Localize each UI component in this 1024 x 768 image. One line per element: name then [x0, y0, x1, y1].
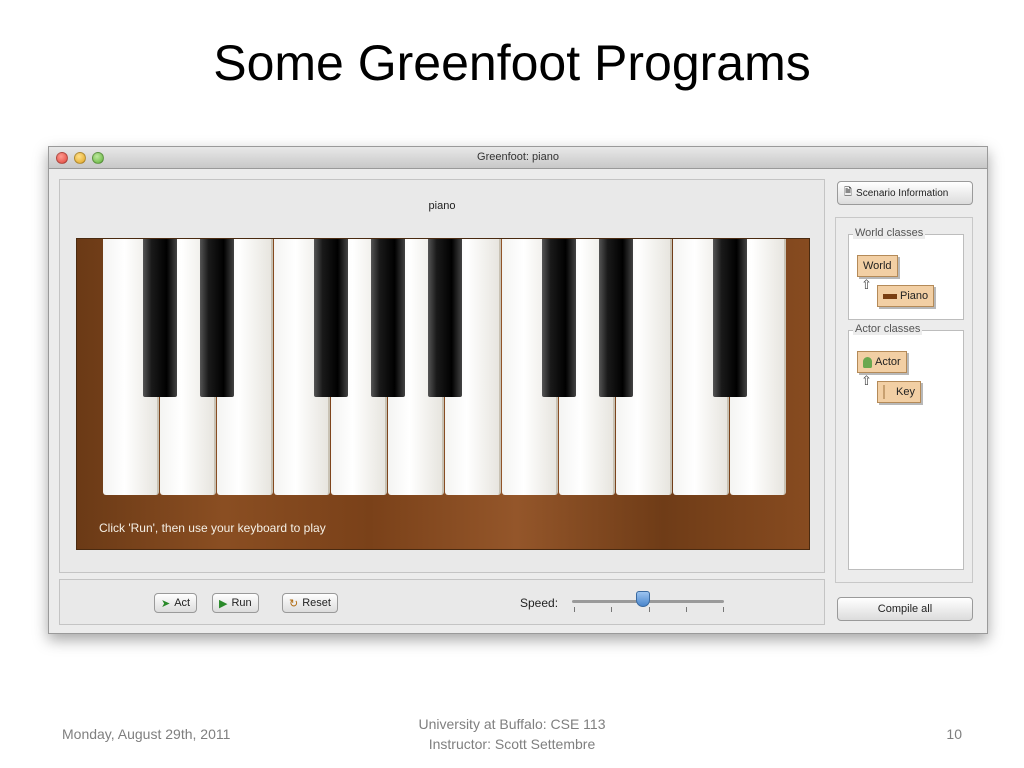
- class-world-label: World: [863, 260, 892, 272]
- piano-hint: Click 'Run', then use your keyboard to p…: [99, 521, 326, 535]
- world-panel: piano Click 'Run', then use your keyboar…: [59, 179, 825, 573]
- class-actor-label: Actor: [875, 356, 901, 368]
- black-key[interactable]: [428, 239, 462, 397]
- black-key[interactable]: [200, 239, 234, 397]
- scenario-information-label: Scenario Information: [856, 187, 949, 199]
- window-titlebar: Greenfoot: piano: [49, 147, 987, 169]
- class-sidebar: 🗎 Scenario Information World classes Wor…: [835, 179, 977, 623]
- piano-keys: [103, 239, 789, 495]
- slider-tick: [649, 607, 650, 612]
- black-key[interactable]: [713, 239, 747, 397]
- inheritance-arrow-icon: ⇧: [861, 277, 872, 292]
- act-button[interactable]: ➤ Act: [154, 593, 198, 613]
- world-classes-label: World classes: [853, 227, 926, 239]
- piano-class-icon: [883, 293, 897, 299]
- black-key[interactable]: [599, 239, 633, 397]
- class-piano-label: Piano: [900, 290, 929, 302]
- compile-all-label: Compile all: [877, 603, 933, 615]
- actor-classes-label: Actor classes: [853, 323, 923, 335]
- controls-panel: ➤ Act ▶ Run ↻ Reset Speed:: [59, 579, 825, 625]
- key-class-icon: [883, 385, 885, 399]
- window-title: Greenfoot: piano: [477, 151, 559, 163]
- class-actor[interactable]: Actor: [857, 351, 907, 373]
- black-key[interactable]: [314, 239, 348, 397]
- greenfoot-window: Greenfoot: piano piano Click 'Run', then…: [48, 146, 988, 634]
- class-key-label: Key: [896, 386, 915, 398]
- slider-tick: [723, 607, 724, 612]
- class-diagram: World classes World ⇧ Piano Actor classe…: [835, 217, 973, 583]
- world-classes-group: World classes World ⇧ Piano: [848, 227, 964, 320]
- document-icon: 🗎: [844, 186, 853, 198]
- black-key[interactable]: [143, 239, 177, 397]
- world-name: piano: [428, 200, 456, 212]
- black-key[interactable]: [542, 239, 576, 397]
- class-piano[interactable]: Piano: [877, 285, 935, 307]
- footer-date: Monday, August 29th, 2011: [62, 726, 231, 742]
- footer-course: University at Buffalo: CSE 113 Instructo…: [380, 714, 644, 754]
- reset-button[interactable]: ↻ Reset: [282, 593, 338, 613]
- compile-all-button[interactable]: Compile all: [837, 597, 973, 621]
- actor-class-icon: [863, 356, 872, 368]
- actor-classes-group: Actor classes Actor ⇧ Key: [848, 323, 964, 570]
- speed-label: Speed:: [520, 596, 559, 610]
- slider-tick: [611, 607, 612, 612]
- run-button[interactable]: ▶ Run: [212, 593, 259, 613]
- footer-course-line: University at Buffalo: CSE 113: [418, 716, 606, 732]
- page-number: 10: [946, 726, 962, 742]
- reset-label: Reset: [302, 597, 331, 609]
- speed-slider-thumb[interactable]: [636, 591, 651, 607]
- inheritance-arrow-icon: ⇧: [861, 373, 872, 388]
- run-label: Run: [231, 597, 252, 609]
- slide-title: Some Greenfoot Programs: [213, 35, 811, 91]
- slider-tick: [686, 607, 687, 612]
- piano-world[interactable]: Click 'Run', then use your keyboard to p…: [76, 238, 810, 550]
- footer-instructor-line: Instructor: Scott Settembre: [428, 736, 596, 752]
- black-key[interactable]: [371, 239, 405, 397]
- play-icon: ▶: [219, 597, 228, 610]
- reset-icon: ↻: [289, 597, 299, 610]
- class-world[interactable]: World: [857, 255, 898, 277]
- slider-tick: [574, 607, 575, 612]
- class-key[interactable]: Key: [877, 381, 921, 403]
- scenario-information-button[interactable]: 🗎 Scenario Information: [837, 181, 973, 205]
- act-label: Act: [174, 597, 191, 609]
- act-arrow-icon: ➤: [161, 597, 171, 610]
